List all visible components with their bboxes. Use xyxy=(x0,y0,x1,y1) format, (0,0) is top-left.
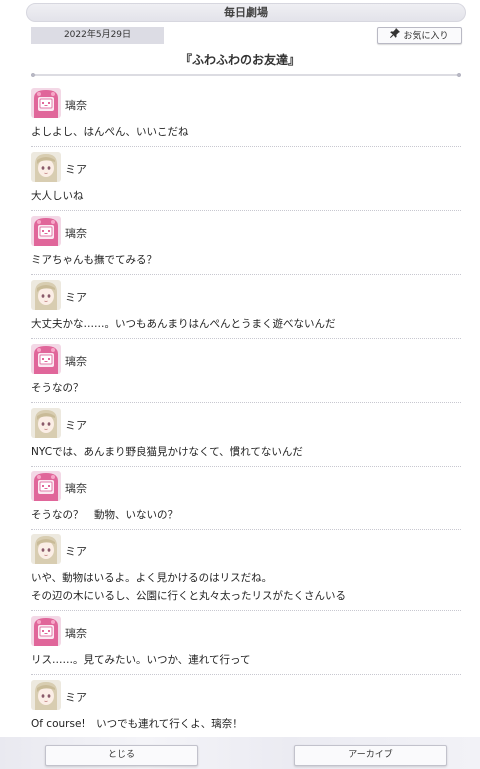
header-title: 毎日劇場 xyxy=(224,6,268,19)
speaker-name: ミア xyxy=(65,691,87,704)
dialogue-line: その辺の木にいるし、公園に行くと丸々太ったリスがたくさんいる xyxy=(31,590,346,602)
dialogue-line: ミアちゃんも撫でてみる？ xyxy=(31,254,157,266)
mia-avatar-icon xyxy=(31,280,61,310)
mia-avatar-icon xyxy=(31,534,61,564)
speaker-name: ミア xyxy=(65,419,87,432)
entry-divider xyxy=(31,529,461,530)
entry-divider xyxy=(31,146,461,147)
speaker-name: 璃奈 xyxy=(65,227,87,240)
speaker-name: 璃奈 xyxy=(65,355,87,368)
close-label: とじる xyxy=(107,750,135,760)
favorite-label: お気に入り xyxy=(403,31,449,42)
mia-avatar-icon xyxy=(31,408,61,438)
archive-label: アーカイブ xyxy=(348,750,393,760)
dialogue-line: 大丈夫かな……。いつもあんまりはんぺんとうまく遊べないんだ xyxy=(31,318,336,330)
archive-button[interactable]: アーカイブ xyxy=(294,745,447,766)
speaker-name: ミア xyxy=(65,545,87,558)
dialogue-line: よしよし、はんぺん、いいこだね xyxy=(31,126,189,138)
dialogue-line: そうなの？ 動物、いないの？ xyxy=(31,509,178,521)
dialogue-line: いや、動物はいるよ。よく見かけるのはリスだね。 xyxy=(31,572,273,584)
rina-avatar-icon xyxy=(31,216,61,246)
episode-title: 『ふわふわのお友達』 xyxy=(179,53,300,67)
rina-avatar-icon xyxy=(31,344,61,374)
entry-divider xyxy=(31,610,461,611)
speaker-name: ミア xyxy=(65,163,87,176)
entry-divider xyxy=(31,466,461,467)
entry-divider xyxy=(31,274,461,275)
favorite-button[interactable]: お気に入り xyxy=(377,27,462,44)
close-button[interactable]: とじる xyxy=(45,745,198,766)
title-divider xyxy=(31,73,461,77)
entry-divider xyxy=(31,338,461,339)
speaker-name: 璃奈 xyxy=(65,99,87,112)
speaker-name: 璃奈 xyxy=(65,482,87,495)
entry-divider xyxy=(31,210,461,211)
dialogue-line: 大人しいね xyxy=(31,190,84,202)
pin-icon xyxy=(390,28,401,44)
rina-avatar-icon xyxy=(31,471,61,501)
dialogue-line: そうなの？ xyxy=(31,382,84,394)
mia-avatar-icon xyxy=(31,680,61,710)
entry-divider xyxy=(31,674,461,675)
header-bar: 毎日劇場 xyxy=(26,3,466,22)
entry-divider xyxy=(31,402,461,403)
rina-avatar-icon xyxy=(31,616,61,646)
dialogue-line: NYCでは、あんまり野良猫見かけなくて、慣れてないんだ xyxy=(31,446,303,458)
speaker-name: 璃奈 xyxy=(65,627,87,640)
speaker-name: ミア xyxy=(65,291,87,304)
dialogue-line: Of course! いつでも連れて行くよ、璃奈！ xyxy=(31,718,243,730)
mia-avatar-icon xyxy=(31,152,61,182)
dialogue-line: リス……。見てみたい。いつか、連れて行って xyxy=(31,654,251,666)
rina-avatar-icon xyxy=(31,88,61,118)
date-label: 2022年5月29日 xyxy=(31,27,164,44)
